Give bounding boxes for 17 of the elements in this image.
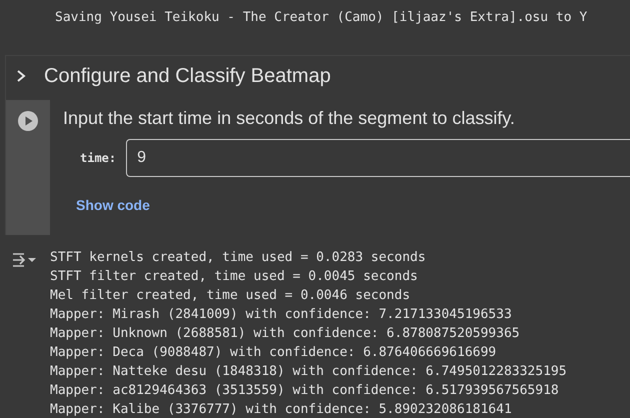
output-line: Saving Yousei Teikoku - The Creator (Camo) [iljaaz's Extra].osu to Y bbox=[55, 9, 588, 27]
section-title: Configure and Classify Beatmap bbox=[44, 64, 331, 88]
output-line: Mapper: Kalibe (3376777) with confidence: 5.890232086181641 bbox=[50, 401, 513, 418]
output-line: STFT kernels created, time used = 0.0283 seconds bbox=[50, 249, 427, 267]
output-line: Mapper: Unknown (2688581) with confidence: 6.878087520599365 bbox=[50, 325, 521, 343]
field-label: time: bbox=[80, 151, 116, 165]
output-line: Mapper: ac8129464363 (3513559) with confidence: 6.517939567565918 bbox=[50, 382, 560, 400]
output-line: Mapper: Deca (9088487) with confidence: 6.876406669616699 bbox=[50, 344, 498, 362]
output-line: Mel filter created, time used = 0.0046 seconds bbox=[50, 287, 412, 305]
cell-prompt: Input the start time in seconds of the segment to classify. bbox=[63, 108, 516, 129]
play-icon[interactable] bbox=[17, 110, 39, 132]
output-toggle-icon[interactable] bbox=[11, 251, 39, 269]
time-input-field[interactable]: 9 bbox=[126, 139, 630, 177]
show-code-link[interactable]: Show code bbox=[76, 197, 150, 213]
output-line: STFT filter created, time used = 0.0045 seconds bbox=[50, 268, 419, 286]
output-line: Mapper: Mirash (2841009) with confidence: 7.217133045196533 bbox=[50, 306, 513, 324]
output-line: Mapper: Natteke desu (1848318) with confidence: 6.7495012283325195 bbox=[50, 363, 567, 381]
